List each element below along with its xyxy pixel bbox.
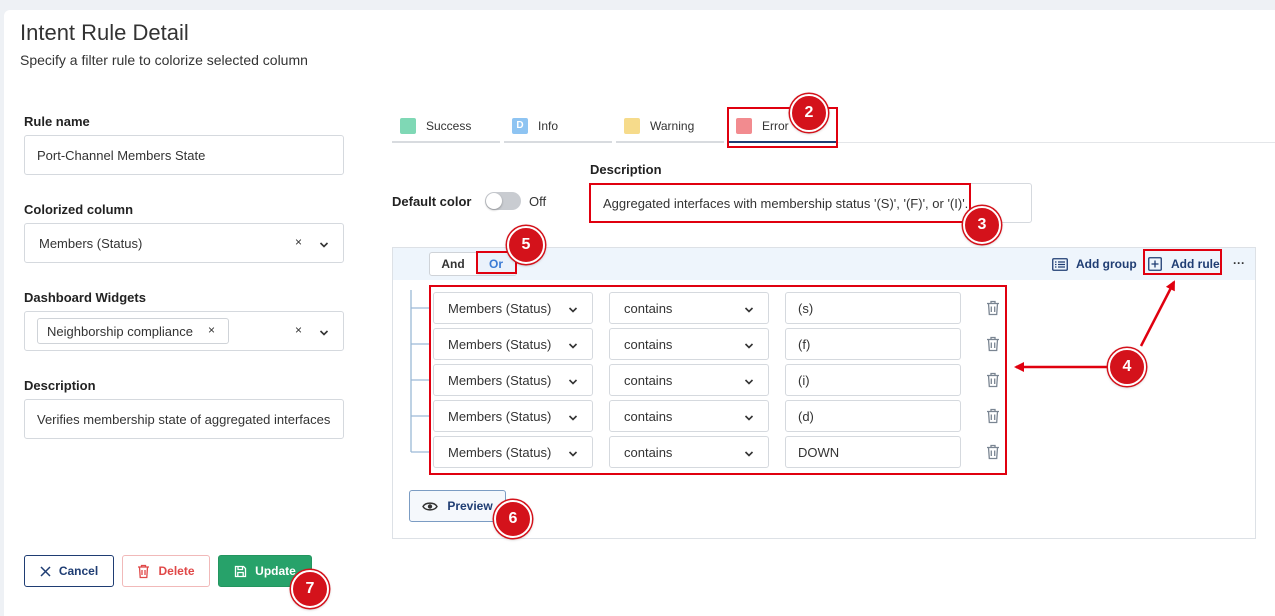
annotation-arrows — [1014, 280, 1176, 372]
annotation-badge-5: 5 — [507, 226, 545, 264]
arrow-to-add-rule — [1139, 280, 1176, 347]
annotation-badge-6: 6 — [494, 500, 532, 538]
annotation-badge-2: 2 — [790, 94, 828, 132]
annotation-badge-7: 7 — [291, 570, 329, 608]
annotation-badge-4: 4 — [1108, 348, 1146, 386]
annotation-badge-3: 3 — [963, 206, 1001, 244]
